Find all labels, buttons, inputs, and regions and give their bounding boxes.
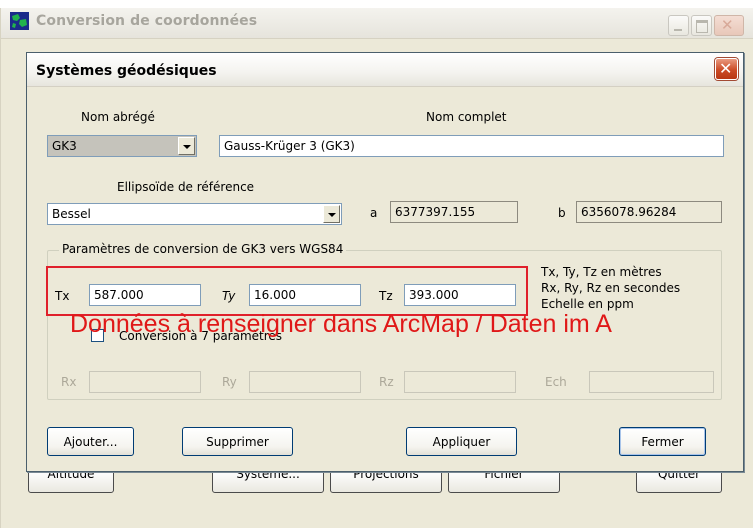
units-note-translation: Tx, Ty, Tz en mètres [541, 265, 662, 279]
rx-label: Rx [61, 375, 77, 389]
conversion-params-label: Paramètres de conversion de GK3 vers WGS… [59, 242, 347, 256]
short-name-select[interactable]: GK3 [47, 135, 197, 157]
scale-field [589, 371, 714, 393]
globe-map-icon [10, 12, 29, 30]
a-field: 6377397.155 [390, 201, 518, 223]
full-name-label: Nom complet [426, 110, 507, 124]
ty-label: Ty [222, 289, 236, 303]
rx-field [89, 371, 201, 393]
parent-window-title: Conversion de coordonnées [36, 13, 258, 29]
delete-button[interactable]: Supprimer [182, 427, 293, 456]
parent-button-systeme[interactable]: Systeme... [212, 470, 324, 493]
ellipsoid-select[interactable]: Bessel [47, 203, 342, 225]
b-label: b [558, 206, 566, 220]
tz-field[interactable]: 393.000 [404, 284, 516, 306]
tz-label: Tz [379, 289, 393, 303]
close-button[interactable]: Fermer [619, 427, 706, 456]
short-name-label: Nom abrégé [81, 110, 155, 124]
rz-label: Rz [379, 375, 394, 389]
parent-titlebar[interactable]: Conversion de coordonnées [1, 8, 753, 39]
ty-field[interactable]: 16.000 [249, 284, 361, 306]
dialog-titlebar[interactable]: Systèmes géodésiques [27, 53, 743, 87]
maximize-button[interactable] [691, 15, 712, 36]
scale-label: Ech [545, 375, 567, 389]
close-icon[interactable] [715, 58, 738, 80]
chevron-down-icon[interactable] [178, 137, 195, 155]
add-button[interactable]: Ajouter... [47, 427, 134, 456]
tx-field[interactable]: 587.000 [89, 284, 201, 306]
parent-button-quitter[interactable]: Quitter [636, 470, 722, 493]
minimize-button[interactable] [668, 15, 689, 36]
b-field: 6356078.96284 [576, 201, 722, 223]
geodetic-systems-dialog: Systèmes géodésiques Nom abrégé GK3 Nom … [26, 52, 744, 472]
units-note-rotation: Rx, Ry, Rz en secondes [541, 281, 681, 295]
tx-label: Tx [55, 289, 70, 303]
dialog-title: Systèmes géodésiques [36, 63, 217, 79]
parent-button-altitude[interactable]: Altitude [28, 470, 114, 493]
parent-button-fichier[interactable]: Fichier [448, 470, 560, 493]
ry-field [249, 371, 361, 393]
chevron-down-icon[interactable] [323, 205, 340, 223]
a-label: a [370, 206, 378, 220]
ellipsoid-label: Ellipsoïde de référence [117, 180, 255, 194]
ellipsoid-value: Bessel [52, 207, 91, 221]
full-name-field[interactable]: Gauss-Krüger 3 (GK3) [219, 135, 724, 157]
rz-field [404, 371, 516, 393]
annotation-overlay: Données à renseigner dans ArcMap / Daten… [70, 310, 612, 338]
parent-button-projections[interactable]: Projections [330, 470, 442, 493]
parent-close-button[interactable] [714, 15, 744, 36]
units-note-scale: Echelle en ppm [541, 297, 634, 311]
short-name-value: GK3 [48, 136, 177, 156]
apply-button[interactable]: Appliquer [406, 427, 517, 456]
ry-label: Ry [222, 375, 237, 389]
